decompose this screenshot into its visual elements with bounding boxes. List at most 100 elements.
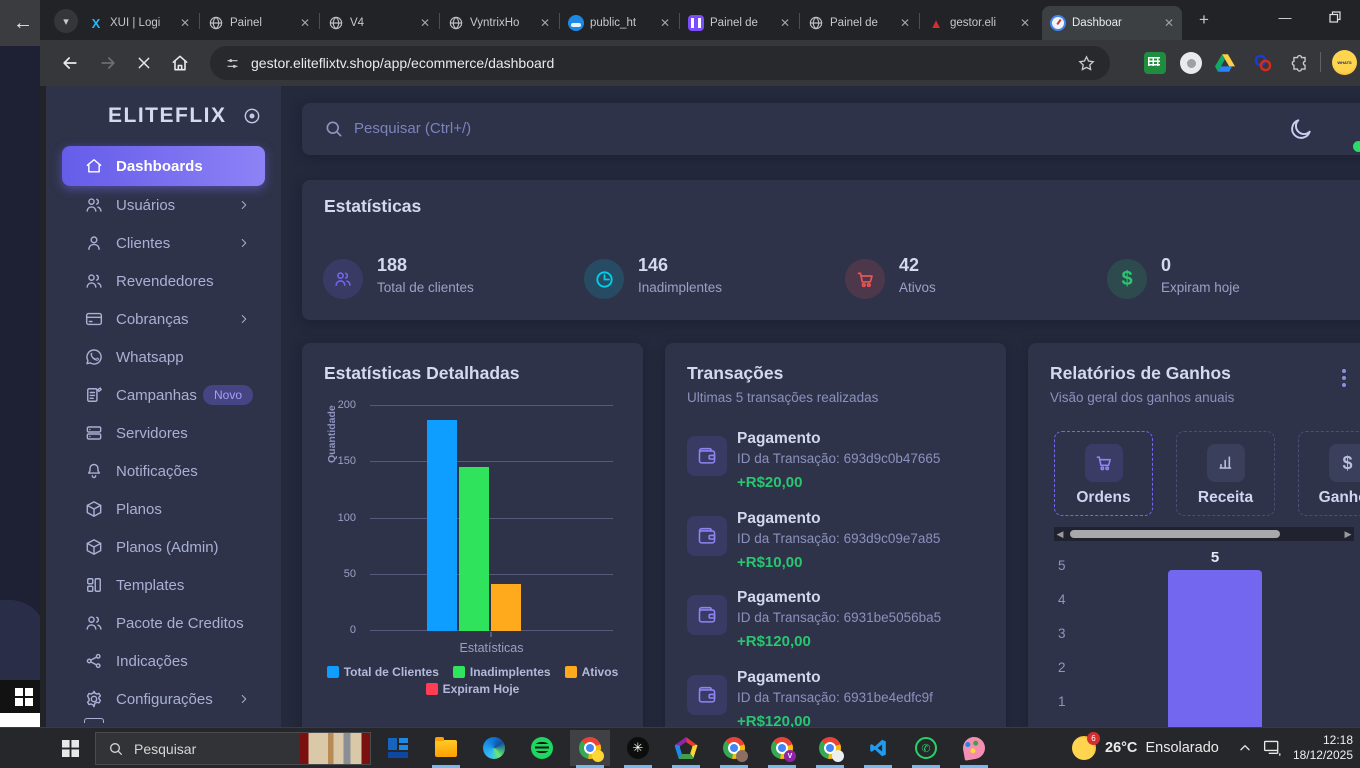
earnings-card: Relatórios de Ganhos Visão geral dos gan… [1028, 343, 1360, 727]
bookmark-star-icon[interactable] [1077, 54, 1096, 73]
users-icon [333, 269, 353, 289]
weather-badge: 6 [1087, 732, 1100, 745]
taskbar-task-view[interactable] [378, 730, 418, 766]
sidebar-item-indicacoes[interactable]: Indicações [62, 642, 265, 680]
taskbar-chrome-active[interactable] [570, 730, 610, 766]
tray-chevron[interactable] [1238, 728, 1252, 768]
start-button[interactable] [47, 728, 94, 768]
scroll-right-icon[interactable]: ▶ [1342, 529, 1354, 540]
novo-badge: Novo [203, 385, 253, 405]
minimize-button[interactable]: — [1262, 0, 1308, 34]
close-tab-icon[interactable]: ✕ [180, 16, 190, 30]
close-tab-icon[interactable]: ✕ [900, 16, 910, 30]
globe-favicon [808, 15, 824, 31]
round-extension-icon[interactable] [1180, 52, 1202, 74]
taskbar-chatgpt[interactable]: ✳ [618, 730, 658, 766]
profile-avatar[interactable]: WHATS [1332, 50, 1357, 75]
sheets-extension-icon[interactable] [1144, 52, 1166, 74]
sidebar-item-campanhas[interactable]: Campanhas Novo [62, 376, 265, 414]
tab-gestor[interactable]: ▲ gestor.eli ✕ [920, 6, 1038, 40]
close-tab-icon[interactable]: ✕ [1020, 16, 1030, 30]
search-highlight-image[interactable] [300, 733, 370, 764]
close-tab-icon[interactable]: ✕ [1164, 16, 1174, 30]
taskbar-file-explorer[interactable] [426, 730, 466, 766]
search-input[interactable]: Pesquisar (Ctrl+/) [354, 120, 471, 137]
sidebar-item-dashboards[interactable]: Dashboards [62, 146, 265, 186]
weather-widget[interactable]: 6 26°C Ensolarado [1072, 728, 1219, 768]
tab-v4[interactable]: V4 ✕ [320, 6, 438, 40]
user-icon [84, 233, 104, 253]
file-favicon [568, 15, 584, 31]
sidebar-item-configuracoes[interactable]: Configurações [62, 680, 265, 718]
taskbar-paint[interactable] [954, 730, 994, 766]
taskbar-chrome-app-2[interactable]: V [762, 730, 802, 766]
browser-forward-button[interactable] [96, 51, 120, 75]
tab-public-ht[interactable]: public_ht ✕ [560, 6, 678, 40]
search-icon [324, 119, 344, 139]
web-page: ELITEFLIX Dashboards Usuários Clientes [46, 86, 1360, 727]
scroll-left-icon[interactable]: ◀ [1054, 529, 1066, 540]
restore-button[interactable] [1312, 0, 1358, 34]
sidebar-item-cobrancas[interactable]: Cobranças [62, 300, 265, 338]
site-settings-icon[interactable] [224, 55, 241, 72]
taskbar-chrome-app-1[interactable] [714, 730, 754, 766]
sidebar-item-templates[interactable]: Templates [62, 566, 265, 604]
chatgpt-icon: ✳ [627, 737, 649, 759]
sidebar-pin-icon[interactable] [242, 106, 262, 126]
close-tab-icon[interactable]: ✕ [780, 16, 790, 30]
tab-painel-1[interactable]: Painel ✕ [200, 6, 318, 40]
legend-item[interactable]: Total de Clientes [327, 665, 439, 679]
scrollbar-thumb[interactable] [1070, 530, 1280, 538]
task-view-icon [388, 738, 408, 758]
close-tab-icon[interactable]: ✕ [300, 16, 310, 30]
sidebar-item-clientes[interactable]: Clientes [62, 224, 265, 262]
tab-xui[interactable]: X XUI | Logi ✕ [80, 6, 198, 40]
sidebar-item-whatsapp[interactable]: Whatsapp [62, 338, 265, 376]
taskbar-whatsapp[interactable]: ✆ [906, 730, 946, 766]
sun-icon: 6 [1072, 736, 1096, 760]
new-tab-button[interactable]: + [1192, 8, 1216, 32]
tab-painel-2[interactable]: Painel de ✕ [680, 6, 798, 40]
sidebar-item-pacote-creditos[interactable]: Pacote de Creditos [62, 604, 265, 642]
network-tray-icon[interactable] [1262, 728, 1282, 768]
moon-icon[interactable] [1288, 116, 1314, 142]
close-tab-icon[interactable]: ✕ [540, 16, 550, 30]
taskbar-spotify[interactable] [522, 730, 562, 766]
tab-painel-3[interactable]: Painel de ✕ [800, 6, 918, 40]
sidebar-item-usuarios[interactable]: Usuários [62, 186, 265, 224]
taskbar-vscode[interactable] [858, 730, 898, 766]
stop-loading-button[interactable] [132, 51, 156, 75]
sidebar-item-servidores[interactable]: Servidores [62, 414, 265, 452]
tab-vyntrix[interactable]: VyntrixHo ✕ [440, 6, 558, 40]
loop-extension-icon[interactable] [1252, 52, 1274, 74]
legend-item[interactable]: Expiram Hoje [426, 682, 520, 696]
taskbar-pentagon-app[interactable] [666, 730, 706, 766]
kebab-menu-icon[interactable] [1334, 369, 1354, 391]
tab-dashboard-active[interactable]: Dashboar ✕ [1042, 6, 1182, 40]
earnings-tab-ordens[interactable]: Ordens [1054, 431, 1153, 516]
drive-extension-icon[interactable] [1214, 52, 1236, 74]
taskbar-edge[interactable] [474, 730, 514, 766]
address-bar[interactable]: gestor.eliteflixtv.shop/app/ecommerce/da… [210, 46, 1110, 80]
earnings-tab-receita[interactable]: Receita [1176, 431, 1275, 516]
earnings-tab-ganhos[interactable]: $ Ganhos [1298, 431, 1360, 516]
taskbar-clock[interactable]: 12:1818/12/2025 [1293, 728, 1353, 768]
close-tab-icon[interactable]: ✕ [660, 16, 670, 30]
windows-logo-icon [62, 740, 79, 757]
home-button[interactable] [168, 51, 192, 75]
stats-title: Estatísticas [324, 196, 421, 217]
tab-search-button[interactable]: ▾ [54, 9, 78, 33]
sidebar-item-revendedores[interactable]: Revendedores [62, 262, 265, 300]
horizontal-scrollbar[interactable]: ◀ ▶ [1054, 527, 1354, 541]
browser-back-button[interactable] [58, 51, 82, 75]
sidebar-item-notificacoes[interactable]: Notificações [62, 452, 265, 490]
close-tab-icon[interactable]: ✕ [420, 16, 430, 30]
sidebar-item-planos[interactable]: Planos [62, 490, 265, 528]
sidebar-item-planos-admin[interactable]: Planos (Admin) [62, 528, 265, 566]
legend-item[interactable]: Inadimplentes [453, 665, 551, 679]
legend-item[interactable]: Ativos [565, 665, 619, 679]
extensions-puzzle-icon[interactable] [1288, 52, 1310, 74]
partial-menu-item [84, 718, 104, 723]
taskbar-chrome-app-3[interactable] [810, 730, 850, 766]
taskbar-search[interactable]: Pesquisar [95, 732, 371, 765]
